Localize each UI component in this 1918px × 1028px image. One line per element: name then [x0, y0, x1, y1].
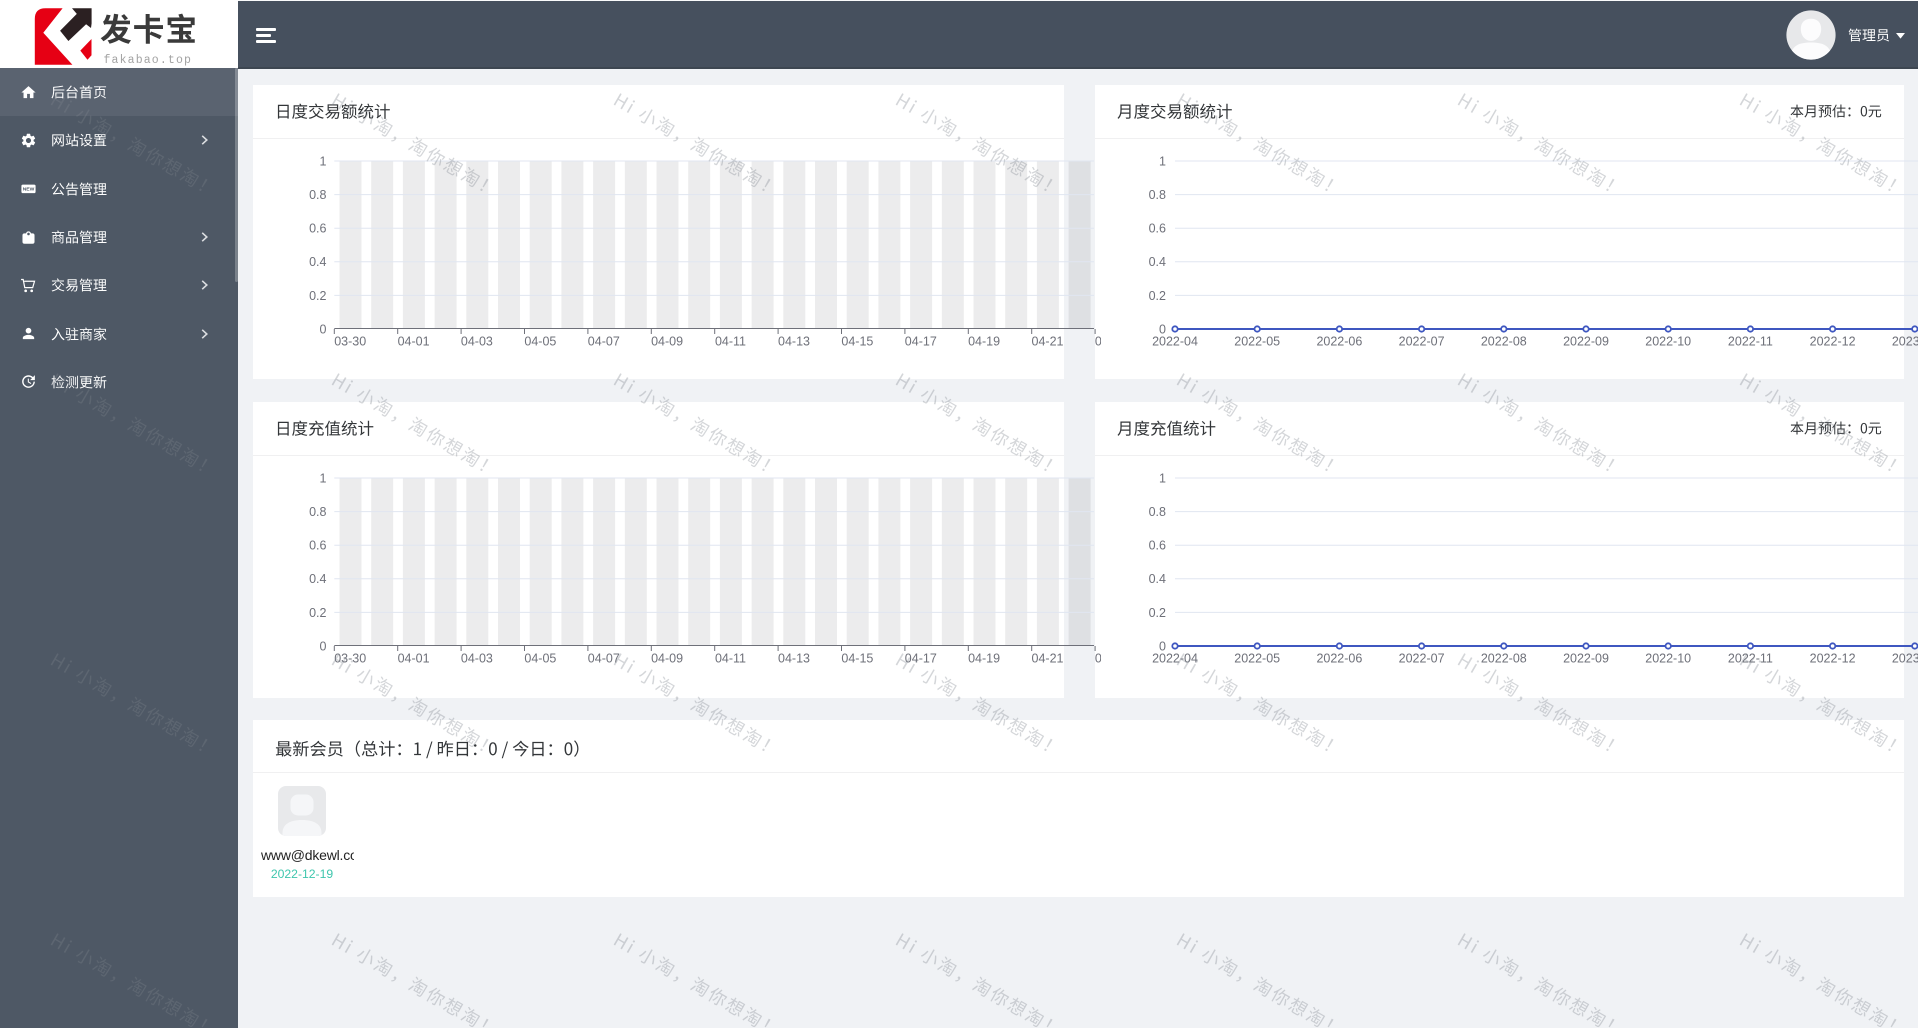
svg-text:1: 1 [320, 154, 327, 168]
svg-text:2022-09: 2022-09 [1563, 334, 1609, 348]
svg-text:1: 1 [320, 471, 327, 485]
svg-text:0.6: 0.6 [1149, 221, 1166, 235]
svg-text:04-01: 04-01 [398, 651, 430, 665]
svg-text:2022-12: 2022-12 [1810, 651, 1856, 665]
svg-text:0.8: 0.8 [309, 504, 326, 518]
svg-text:2022-11: 2022-11 [1728, 334, 1773, 348]
svg-text:04-19: 04-19 [968, 651, 1000, 665]
svg-text:0.6: 0.6 [1149, 538, 1166, 552]
svg-text:0: 0 [320, 639, 327, 653]
svg-text:2022-05: 2022-05 [1234, 334, 1280, 348]
svg-text:04-13: 04-13 [778, 651, 810, 665]
svg-text:04-11: 04-11 [715, 651, 746, 665]
svg-text:04-05: 04-05 [524, 334, 556, 348]
svg-text:0.4: 0.4 [1149, 255, 1166, 269]
svg-text:2022-08: 2022-08 [1481, 651, 1527, 665]
svg-text:03-30: 03-30 [334, 334, 366, 348]
svg-text:04-03: 04-03 [461, 334, 493, 348]
svg-text:2022-09: 2022-09 [1563, 651, 1609, 665]
svg-text:0.2: 0.2 [1149, 288, 1166, 302]
svg-text:04-07: 04-07 [588, 334, 620, 348]
svg-text:2022-10: 2022-10 [1645, 334, 1691, 348]
svg-text:2022-06: 2022-06 [1316, 334, 1362, 348]
svg-text:2022-05: 2022-05 [1234, 651, 1280, 665]
svg-text:0.2: 0.2 [309, 288, 326, 302]
svg-text:0.8: 0.8 [1149, 187, 1166, 201]
svg-text:04-13: 04-13 [778, 334, 810, 348]
svg-text:2022-11: 2022-11 [1728, 651, 1773, 665]
svg-text:04-21: 04-21 [1032, 334, 1064, 348]
svg-text:0.8: 0.8 [1149, 504, 1166, 518]
svg-text:2022-07: 2022-07 [1399, 334, 1445, 348]
svg-text:2023-01: 2023-01 [1892, 651, 1918, 665]
svg-text:NEW: NEW [23, 187, 35, 193]
svg-text:04-15: 04-15 [841, 651, 873, 665]
svg-text:0.8: 0.8 [309, 187, 326, 201]
svg-text:04-05: 04-05 [524, 651, 556, 665]
svg-text:0.6: 0.6 [309, 221, 326, 235]
svg-text:0: 0 [320, 322, 327, 336]
svg-text:2022-10: 2022-10 [1645, 651, 1691, 665]
svg-text:0.4: 0.4 [309, 572, 326, 586]
svg-text:2022-04: 2022-04 [1152, 334, 1198, 348]
svg-text:04-17: 04-17 [905, 651, 937, 665]
svg-text:04-09: 04-09 [651, 651, 683, 665]
svg-text:04-09: 04-09 [651, 334, 683, 348]
svg-text:2022-07: 2022-07 [1399, 651, 1445, 665]
svg-text:04-17: 04-17 [905, 334, 937, 348]
svg-text:04-07: 04-07 [588, 651, 620, 665]
svg-text:04-11: 04-11 [715, 334, 746, 348]
svg-text:0.2: 0.2 [1149, 605, 1166, 619]
svg-text:2022-04: 2022-04 [1152, 651, 1198, 665]
svg-text:04-15: 04-15 [841, 334, 873, 348]
svg-text:0.4: 0.4 [309, 255, 326, 269]
svg-text:03-30: 03-30 [334, 651, 366, 665]
svg-text:2022-12: 2022-12 [1810, 334, 1856, 348]
svg-text:1: 1 [1159, 154, 1166, 168]
svg-text:04-01: 04-01 [398, 334, 430, 348]
svg-text:2022-06: 2022-06 [1316, 651, 1362, 665]
svg-text:2022-08: 2022-08 [1481, 334, 1527, 348]
svg-text:04-03: 04-03 [461, 651, 493, 665]
svg-text:0.2: 0.2 [309, 605, 326, 619]
svg-text:2023-01: 2023-01 [1892, 334, 1918, 348]
svg-text:0.6: 0.6 [309, 538, 326, 552]
svg-text:04-19: 04-19 [968, 334, 1000, 348]
svg-text:04-21: 04-21 [1032, 651, 1064, 665]
svg-text:1: 1 [1159, 471, 1166, 485]
svg-text:0.4: 0.4 [1149, 572, 1166, 586]
